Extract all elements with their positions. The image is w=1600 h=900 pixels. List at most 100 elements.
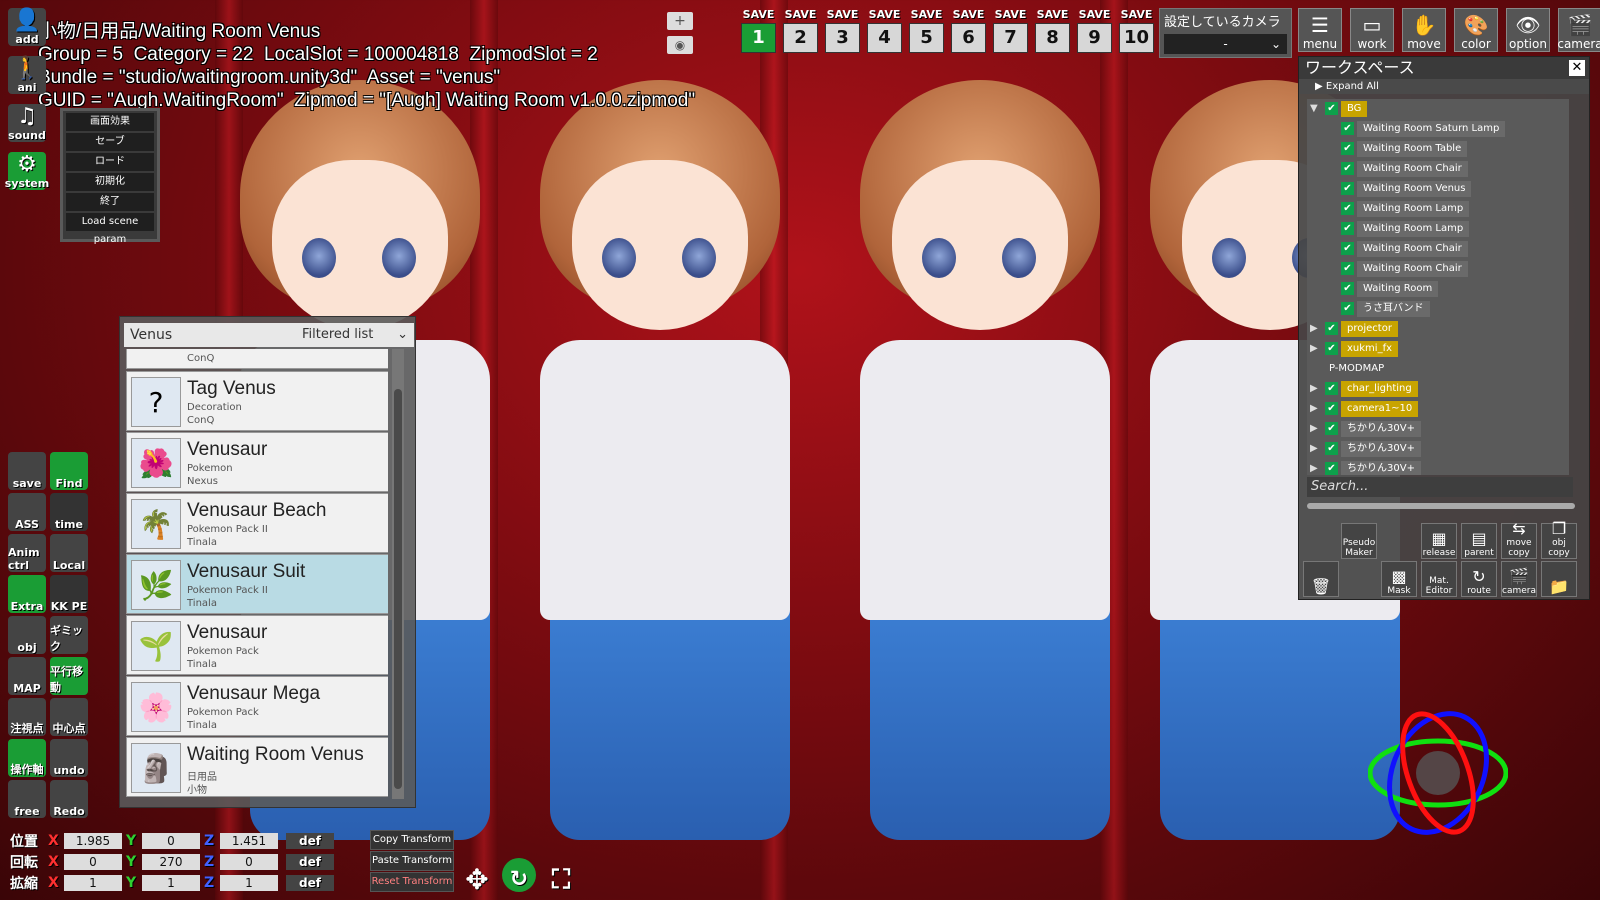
triangle-right-icon[interactable]: ▶ <box>1310 423 1318 434</box>
tool-button[interactable]: obj <box>8 616 46 654</box>
menu-item-effects[interactable]: 画面効果 <box>66 113 154 131</box>
color-button[interactable]: 🎨 color <box>1454 8 1498 52</box>
copy-transform-button[interactable]: Copy Transform <box>370 830 454 850</box>
tree-node[interactable]: P-MODMAP <box>1307 359 1569 379</box>
clapper-icon[interactable]: 6 <box>951 23 986 53</box>
pos-z-field[interactable]: 1.451 <box>220 833 278 849</box>
clapper-icon[interactable]: 10 <box>1119 23 1154 53</box>
tool-button[interactable]: save <box>8 452 46 490</box>
pseudo-maker-button[interactable]: Pseudo Maker <box>1341 523 1377 559</box>
triangle-right-icon[interactable]: ▶ <box>1310 383 1318 394</box>
save-slot[interactable]: SAVE 3 <box>825 8 860 53</box>
character-3[interactable] <box>820 40 1140 900</box>
tree-node[interactable]: ✔ Waiting Room Chair <box>1307 239 1569 259</box>
tool-button[interactable]: Redo <box>50 780 88 818</box>
zoom-plus-button[interactable]: + <box>667 12 693 30</box>
tree-node[interactable]: ▶ ✔ ちかりん30V+ <box>1307 439 1569 459</box>
list-item[interactable]: 🌿 Venusaur Suit Pokemon Pack II Tinala <box>126 554 388 614</box>
list-item[interactable]: 🌴 Venusaur Beach Pokemon Pack II Tinala <box>126 493 388 553</box>
tool-button[interactable]: ASS <box>8 493 46 531</box>
close-icon[interactable]: ✕ <box>1569 60 1585 76</box>
release-button[interactable]: ▦ release <box>1421 523 1457 559</box>
visibility-checkbox[interactable]: ✔ <box>1341 202 1354 215</box>
menu-item-init[interactable]: 初期化 <box>66 173 154 191</box>
scale-def-button[interactable]: def <box>286 875 334 891</box>
tree-node[interactable]: ✔ Waiting Room Chair <box>1307 259 1569 279</box>
route-button[interactable]: ↻ route <box>1461 561 1497 597</box>
save-slot[interactable]: SAVE 1 <box>741 8 776 53</box>
visibility-checkbox[interactable]: ✔ <box>1325 102 1338 115</box>
save-slot[interactable]: SAVE 5 <box>909 8 944 53</box>
visibility-checkbox[interactable]: ✔ <box>1341 302 1354 315</box>
add-button[interactable]: 👤 add <box>8 8 46 46</box>
item-search-input[interactable]: Venus <box>124 323 296 347</box>
anim-button[interactable]: 🚶 ani <box>8 56 46 94</box>
save-slot[interactable]: SAVE 6 <box>951 8 986 53</box>
rot-def-button[interactable]: def <box>286 854 334 870</box>
scale-z-field[interactable]: 1 <box>220 875 278 891</box>
save-slot[interactable]: SAVE 2 <box>783 8 818 53</box>
triangle-right-icon[interactable]: ▶ <box>1310 323 1318 334</box>
list-item[interactable]: 🌱 Venusaur Pokemon Pack Tinala <box>126 615 388 675</box>
clapper-icon[interactable]: 3 <box>825 23 860 53</box>
visibility-checkbox[interactable]: ✔ <box>1341 242 1354 255</box>
menu-item-exit[interactable]: 終了 <box>66 193 154 211</box>
visibility-checkbox[interactable]: ✔ <box>1325 342 1338 355</box>
tool-button[interactable]: ギミック <box>50 616 88 654</box>
tool-button[interactable]: undo <box>50 739 88 777</box>
system-button[interactable]: ⚙ system <box>5 152 49 190</box>
clapper-icon[interactable]: 5 <box>909 23 944 53</box>
clapper-icon[interactable]: 8 <box>1035 23 1070 53</box>
tree-node[interactable]: ✔ Waiting Room Table <box>1307 139 1569 159</box>
tree-node[interactable]: ▶ ✔ ちかりん30V+ <box>1307 459 1569 475</box>
tool-button[interactable]: free <box>8 780 46 818</box>
tree-node[interactable]: ▶ ✔ xukmi_fx <box>1307 339 1569 359</box>
expand-all-button[interactable]: ▶ Expand All <box>1299 79 1589 94</box>
save-slot[interactable]: SAVE 8 <box>1035 8 1070 53</box>
list-item[interactable]: 🌸 Venusaur Mega Pokemon Pack Tinala <box>126 676 388 736</box>
clapper-icon[interactable]: 7 <box>993 23 1028 53</box>
camera-add-button[interactable]: 🎬 camera <box>1501 561 1537 597</box>
clapper-icon[interactable]: 4 <box>867 23 902 53</box>
move-gizmo-icon[interactable]: ✥ <box>460 858 494 894</box>
workspace-search[interactable]: Search... <box>1307 477 1573 497</box>
save-slot[interactable]: SAVE 10 <box>1119 8 1154 53</box>
tool-button[interactable]: 操作軸 <box>8 739 46 777</box>
visibility-checkbox[interactable]: ✔ <box>1341 122 1354 135</box>
scroll-thumb[interactable] <box>394 389 402 789</box>
scale-y-field[interactable]: 1 <box>142 875 200 891</box>
mat-editor-button[interactable]: Mat. Editor <box>1421 561 1457 597</box>
rot-x-field[interactable]: 0 <box>64 854 122 870</box>
tool-button[interactable]: Local <box>50 534 88 572</box>
paste-transform-button[interactable]: Paste Transform <box>370 851 454 871</box>
eye-icon[interactable]: ◉ <box>667 36 693 54</box>
tree-node[interactable]: ▶ ✔ ちかりん30V+ <box>1307 419 1569 439</box>
rotation-gizmo[interactable] <box>1368 708 1508 838</box>
tool-button[interactable]: KK PE <box>50 575 88 613</box>
camera-select[interactable]: 設定しているカメラ - ⌄ <box>1159 8 1292 58</box>
visibility-checkbox[interactable]: ✔ <box>1325 422 1338 435</box>
menu-item-save[interactable]: セーブ <box>66 133 154 151</box>
visibility-checkbox[interactable]: ✔ <box>1341 282 1354 295</box>
item-list[interactable]: ConQ ? Tag Venus Decoration ConQ 🌺 Venusaur Po… <box>126 349 388 799</box>
parent-button[interactable]: ▤ parent <box>1461 523 1497 559</box>
pos-x-field[interactable]: 1.985 <box>64 833 122 849</box>
tree-node[interactable]: ✔ Waiting Room Saturn Lamp <box>1307 119 1569 139</box>
visibility-checkbox[interactable]: ✔ <box>1325 442 1338 455</box>
tree-node[interactable]: ✔ Waiting Room Chair <box>1307 159 1569 179</box>
clapper-icon[interactable]: 1 <box>741 23 776 53</box>
tree-node[interactable]: ▶ ✔ char_lighting <box>1307 379 1569 399</box>
work-button[interactable]: ▭ work <box>1350 8 1394 52</box>
item-list-scrollbar[interactable] <box>392 349 404 799</box>
rot-y-field[interactable]: 270 <box>142 854 200 870</box>
save-slot[interactable]: SAVE 9 <box>1077 8 1112 53</box>
menu-button[interactable]: ☰ menu <box>1298 8 1342 52</box>
save-slot[interactable]: SAVE 4 <box>867 8 902 53</box>
triangle-down-icon[interactable]: ▼ <box>1310 103 1318 114</box>
tree-node[interactable]: ✔ Waiting Room Venus <box>1307 179 1569 199</box>
obj-copy-button[interactable]: ❐ obj copy <box>1541 519 1577 559</box>
visibility-checkbox[interactable]: ✔ <box>1325 382 1338 395</box>
menu-item-load-scene-param[interactable]: Load scene param <box>66 213 154 245</box>
pos-y-field[interactable]: 0 <box>142 833 200 849</box>
folder-button[interactable]: 📁 <box>1541 561 1577 597</box>
